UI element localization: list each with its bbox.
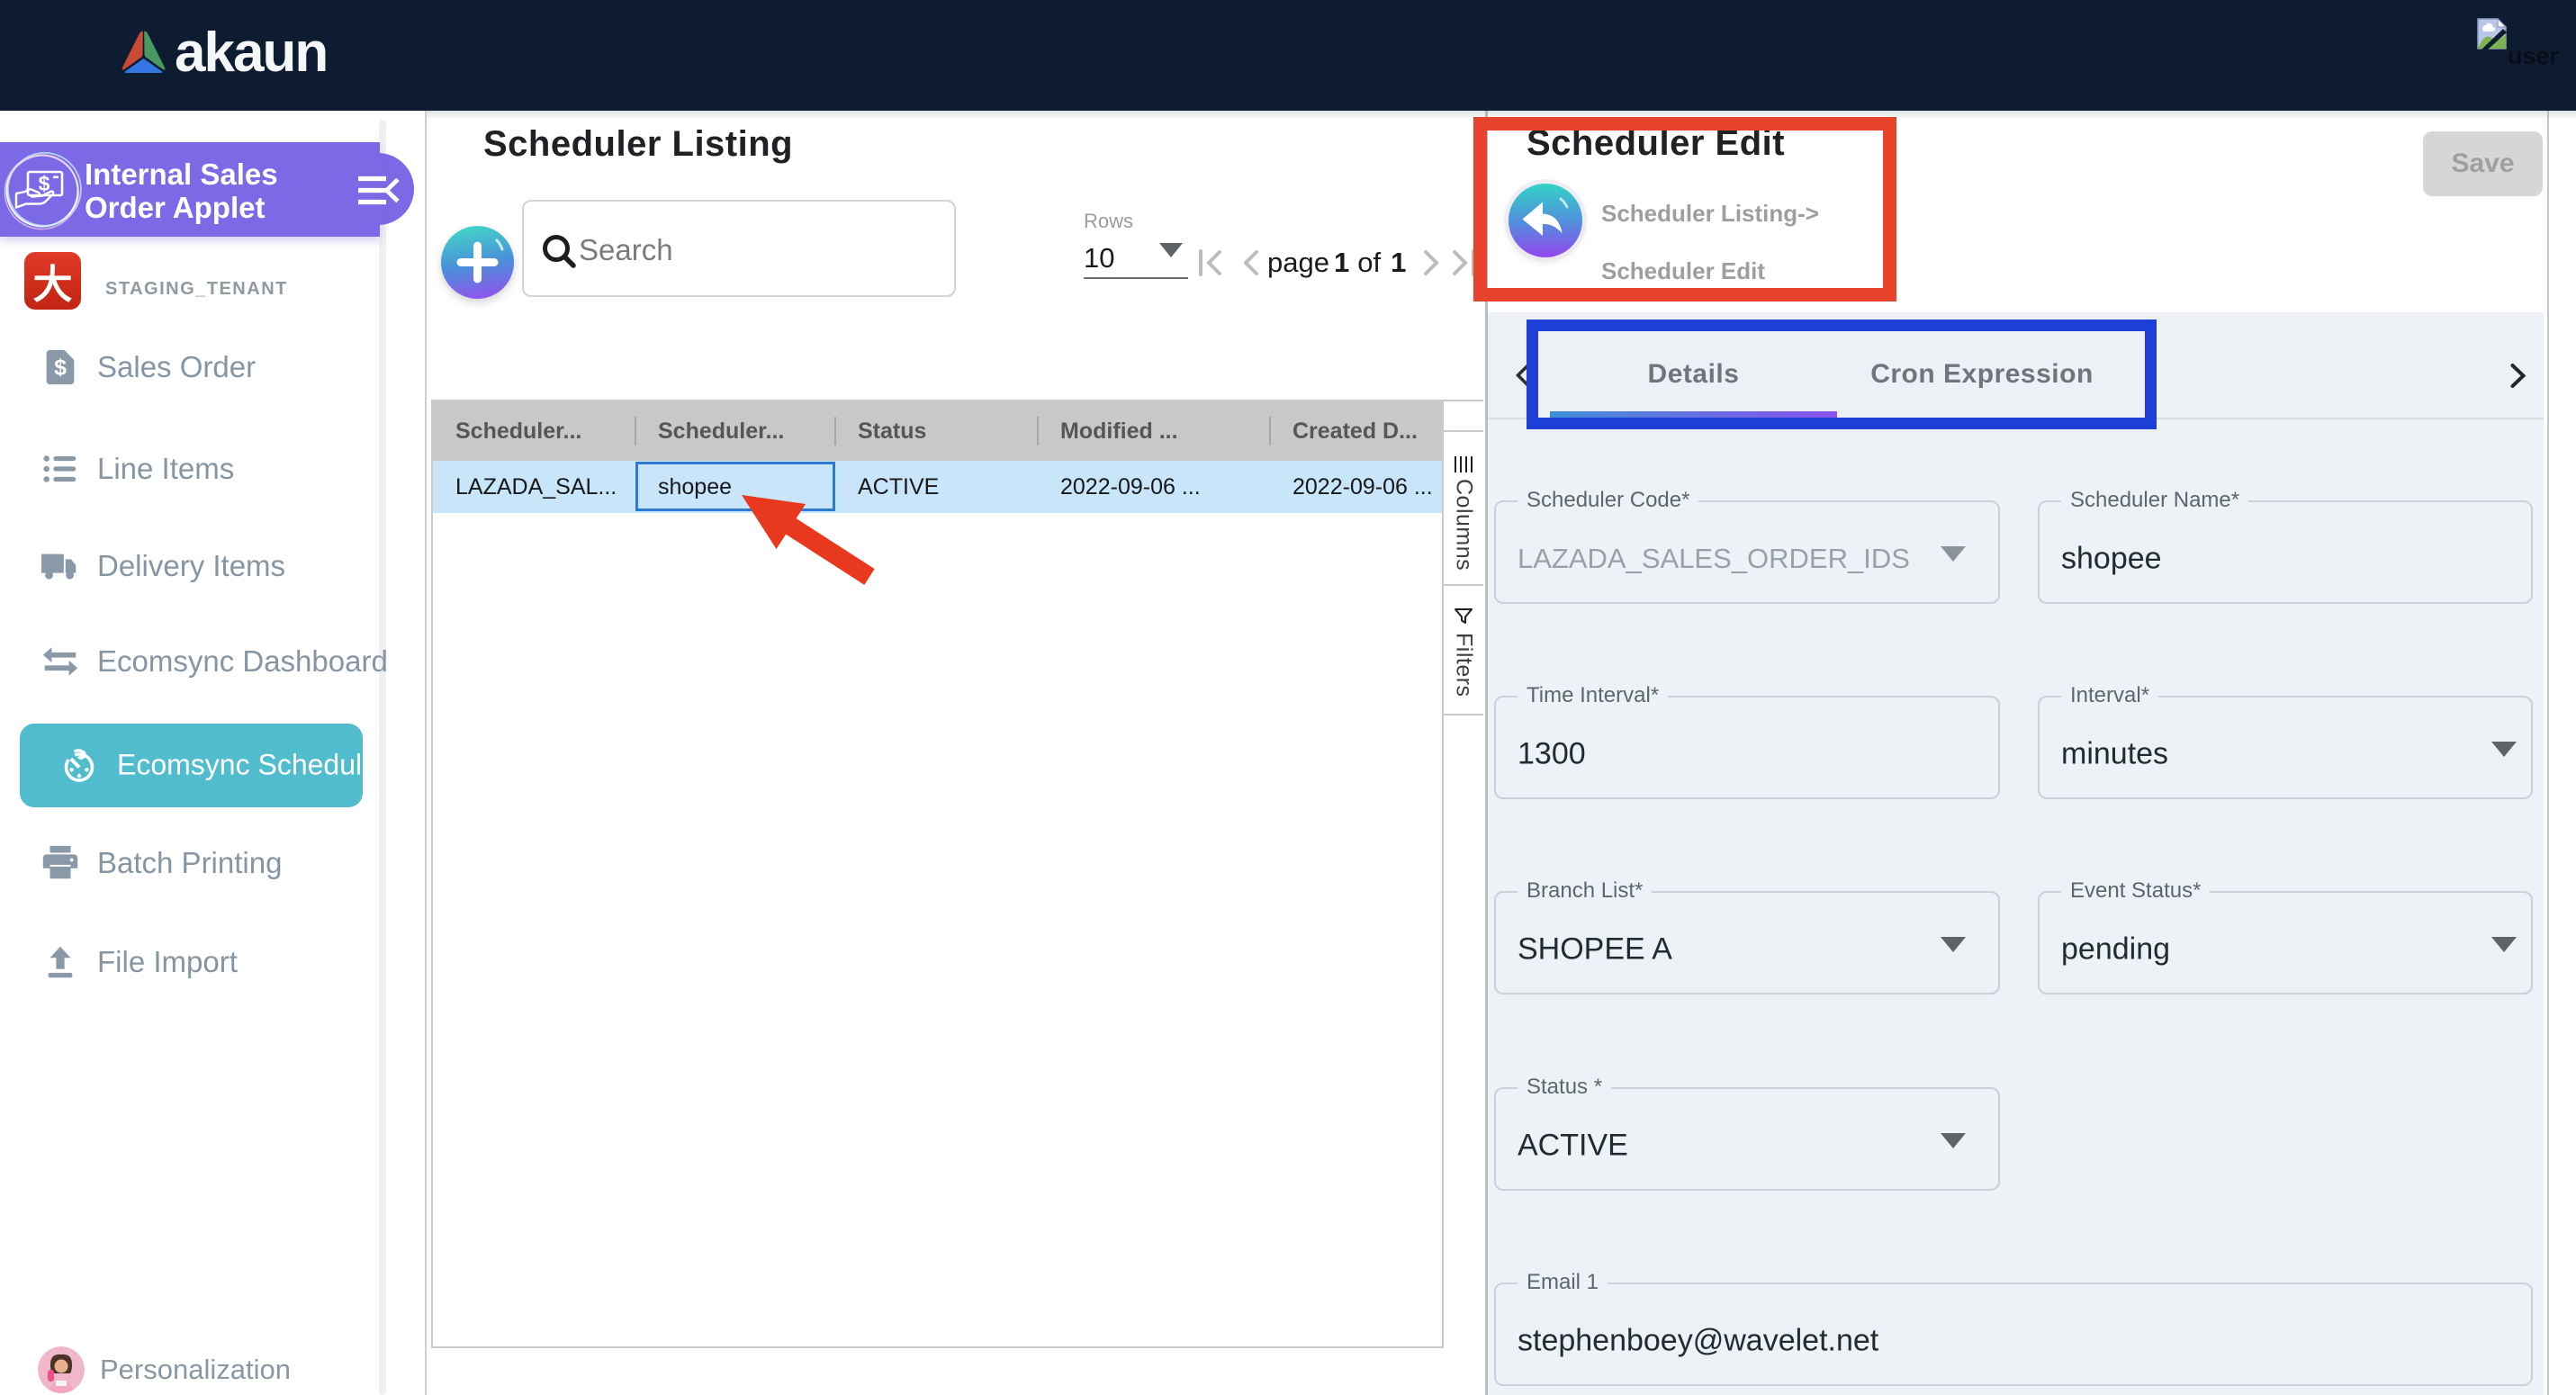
- svg-text:$: $: [54, 356, 67, 381]
